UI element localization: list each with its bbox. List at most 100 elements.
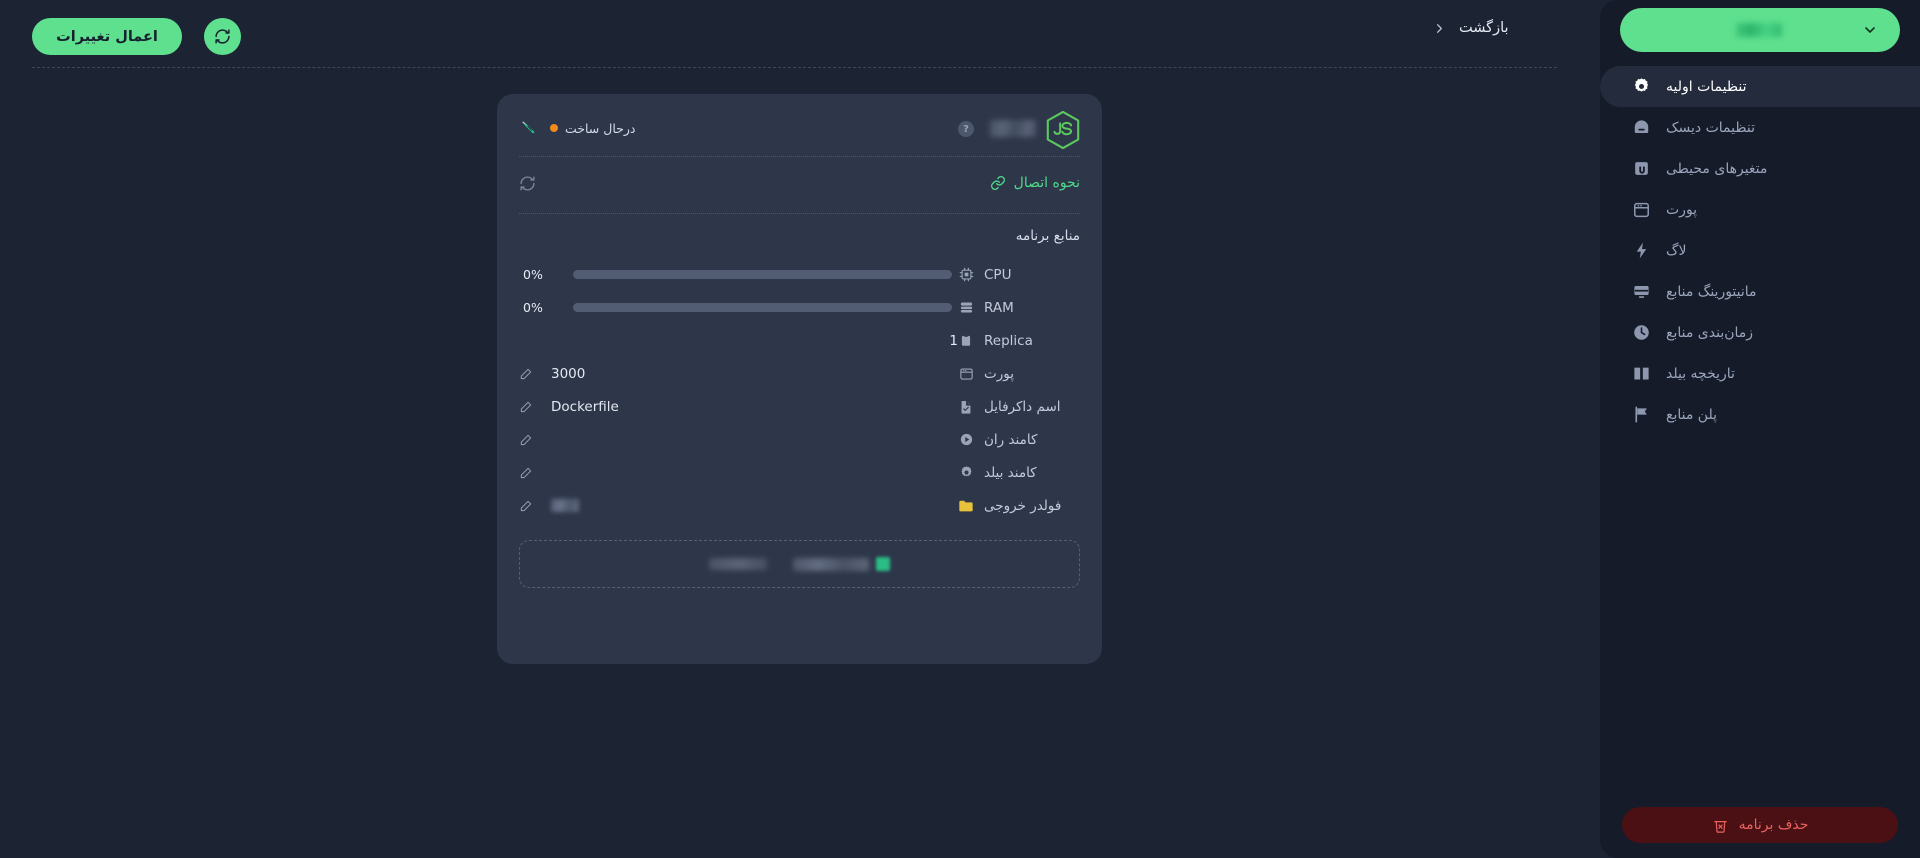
edit-run-command-icon[interactable] [519,433,533,447]
needle-icon [519,118,539,138]
resource-row-output-folder: فولدر خروجی [519,489,1080,522]
resource-value-replica: 1 [519,324,958,357]
sidebar-item-log[interactable]: لاگ [1600,230,1920,271]
output-folder-value [523,498,958,514]
cpu-progress-bar [573,270,952,279]
clipboard-icon [958,333,974,348]
resource-label-cpu: CPU [958,267,1080,283]
edit-build-command-icon[interactable] [519,466,533,480]
sidebar-item-resource-plan[interactable]: پلن منابع [1600,394,1920,435]
edit-port-icon[interactable] [519,367,533,381]
resource-row-build-command: کامند بیلد [519,456,1080,489]
card-bottom-dashed-box[interactable] [519,540,1080,588]
bottom-chip-a-label-masked [793,557,869,571]
resource-label-dockerfile-text: اسم داکرفایل [984,398,1061,415]
resource-row-cpu: CPU 0% [519,258,1080,291]
edit-dockerfile-icon[interactable] [519,400,533,414]
main-content-area: اعمال تغییرات بازگشت ? درحال ساخت نحوه ا… [0,0,1600,858]
sidebar-item-resource-monitoring-label: مانیتورینگ منابع [1666,283,1757,300]
sidebar-nav: تنظیمات اولیه تنظیمات دیسک متغیرهای محیط… [1600,66,1920,435]
env-variables-icon [1630,159,1652,178]
sidebar-item-disk-settings[interactable]: تنظیمات دیسک [1600,107,1920,148]
sidebar-item-resource-plan-label: پلن منابع [1666,406,1717,423]
delete-app-label: حذف برنامه [1738,817,1809,833]
refresh-button[interactable] [204,18,241,55]
folder-icon [958,499,974,513]
resource-value-run-command [519,423,958,456]
sidebar-item-resource-scheduling-label: زمان‌بندی منابع [1666,324,1754,341]
resource-label-output-folder: فولدر خروجی [958,498,1080,514]
resource-value-ram: 0% [519,291,958,324]
resource-label-port: پورت [958,366,1080,382]
lightning-icon [1630,241,1652,260]
resource-label-port-text: پورت [984,365,1014,382]
resource-value-dockerfile: Dockerfile [519,390,958,423]
apply-changes-button[interactable]: اعمال تغییرات [32,18,182,55]
sidebar-item-build-history[interactable]: تاریخچه بیلد [1600,353,1920,394]
bottom-chip-b-label-masked [709,558,767,570]
bottom-chip-a-icon [876,557,890,571]
delete-app-button[interactable]: حذف برنامه [1622,807,1898,843]
ram-server-icon [958,300,974,315]
nodejs-js-icon [1044,110,1082,150]
flag-icon [1630,405,1652,424]
connection-refresh-button[interactable] [519,175,536,192]
resource-label-ram-text: RAM [984,299,1014,316]
connection-method-link[interactable]: نحوه اتصال [990,175,1080,191]
bottom-chip-a[interactable] [793,557,890,571]
output-folder-value-masked [551,499,579,512]
sidebar-item-initial-settings-label: تنظیمات اولیه [1666,78,1747,95]
book-icon [1630,364,1652,383]
sidebar-item-resource-monitoring[interactable]: مانیتورینگ منابع [1600,271,1920,312]
resources-block: منابع برنامه CPU 0% RAM 0% Replica 1 پور… [497,214,1102,522]
resource-label-ram: RAM [958,300,1080,316]
build-status: درحال ساخت [519,118,635,138]
play-circle-icon [958,432,974,447]
port-value: 3000 [551,365,586,382]
app-settings-card: ? درحال ساخت نحوه اتصال منابع برنامه CPU… [497,94,1102,664]
project-selector[interactable] [1620,8,1900,52]
monitor-icon [1630,282,1652,301]
chevron-left-icon [1432,21,1447,36]
resource-value-build-command [519,456,958,489]
sidebar-item-disk-settings-label: تنظیمات دیسک [1666,119,1755,136]
resource-label-cpu-text: CPU [984,266,1012,283]
sidebar-item-build-history-label: تاریخچه بیلد [1666,365,1735,382]
app-name-masked [990,120,1036,137]
resource-label-build-command-text: کامند بیلد [984,464,1037,481]
sidebar-item-port[interactable]: پورت [1600,189,1920,230]
resource-row-run-command: کامند ران [519,423,1080,456]
toolbar-divider [32,67,1557,68]
chevron-down-icon [1862,22,1878,38]
build-status-label: درحال ساخت [565,120,636,136]
back-label: بازگشت [1459,20,1509,36]
bottom-chip-b[interactable] [709,558,767,570]
project-name-masked [1736,23,1782,37]
sidebar-item-env-variables-label: متغیرهای محیطی [1666,160,1768,177]
sidebar-item-log-label: لاگ [1666,242,1687,259]
sidebar-item-initial-settings[interactable]: تنظیمات اولیه [1600,66,1920,107]
sidebar: تنظیمات اولیه تنظیمات دیسک متغیرهای محیط… [1600,0,1920,858]
resource-label-run-command: کامند ران [958,432,1080,448]
back-link[interactable]: بازگشت [1432,20,1509,36]
sidebar-item-resource-scheduling[interactable]: زمان‌بندی منابع [1600,312,1920,353]
resource-label-replica-text: Replica [984,332,1033,349]
edit-output-folder-icon[interactable] [519,499,533,513]
resource-value-port: 3000 [519,357,958,390]
question-mark-icon[interactable]: ? [958,121,974,137]
port-window-icon [958,367,974,381]
top-toolbar: اعمال تغییرات بازگشت [0,0,1600,75]
resource-label-run-command-text: کامند ران [984,431,1038,448]
sidebar-item-env-variables[interactable]: متغیرهای محیطی [1600,148,1920,189]
port-window-icon [1630,201,1652,219]
disk-icon [1630,118,1652,137]
replica-value: 1 [949,332,958,349]
resource-row-port: پورت 3000 [519,357,1080,390]
resources-title: منابع برنامه [1015,228,1080,244]
ram-progress-bar [573,303,952,312]
resource-value-output-folder [519,489,958,522]
resource-label-replica: Replica [958,333,1080,349]
gear-icon [958,465,974,480]
ram-percent-label: 0% [523,300,543,315]
connection-row: نحوه اتصال [497,157,1102,213]
